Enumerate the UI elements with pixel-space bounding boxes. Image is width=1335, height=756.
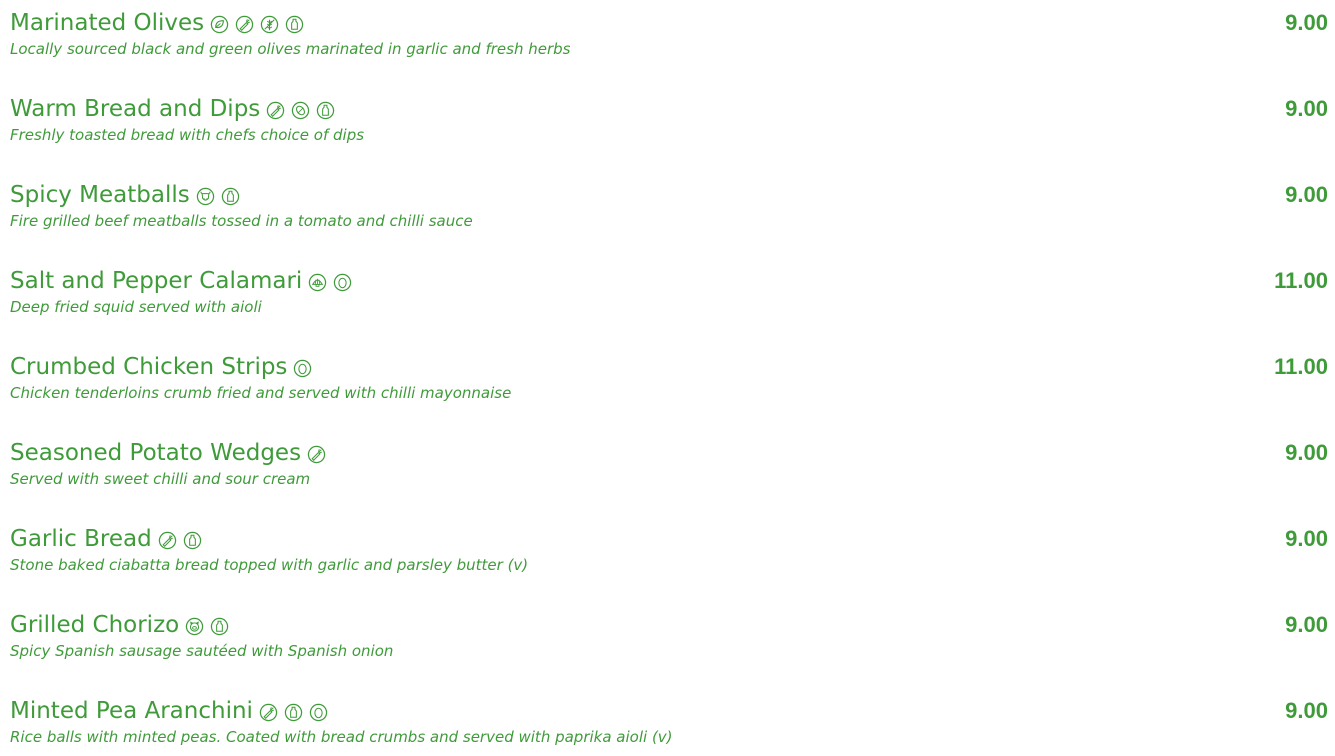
diet-icons — [158, 524, 202, 554]
item-name-row: Minted Pea Aranchini — [10, 696, 328, 726]
carrot-icon — [259, 703, 278, 722]
carrot-icon — [266, 101, 285, 120]
item-description: Locally sourced black and green olives m… — [10, 40, 571, 58]
item-name-row: Crumbed Chicken Strips — [10, 352, 312, 382]
item-description: Served with sweet chilli and sour cream — [10, 470, 311, 488]
menu-item: Grilled Chorizo Spicy Spanish sausage sa… — [10, 610, 1328, 674]
milk-bottle-icon — [316, 101, 335, 120]
menu-item: Minted Pea Aranchini Rice balls with min… — [10, 696, 1328, 756]
egg-icon — [333, 273, 352, 292]
item-description: Spicy Spanish sausage sautéed with Spani… — [10, 642, 394, 660]
beef-icon — [196, 187, 215, 206]
item-price: 9.00 — [1285, 440, 1328, 465]
diet-icons — [259, 696, 328, 726]
diet-icons — [266, 94, 335, 124]
item-description: Chicken tenderloins crumb fried and serv… — [10, 384, 512, 402]
leaf-icon — [210, 15, 229, 34]
shellfish-icon — [308, 273, 327, 292]
milk-bottle-icon — [284, 703, 303, 722]
item-name: Spicy Meatballs — [10, 182, 190, 208]
menu-item: Salt and Pepper Calamari Deep fried squi… — [10, 266, 1328, 330]
menu-item: Spicy Meatballs Fire grilled beef meatba… — [10, 180, 1328, 244]
menu-item: Garlic Bread Stone baked ciabatta bread … — [10, 524, 1328, 588]
menu-item: Marinated Olives Locally sourced black a… — [10, 8, 1328, 72]
item-price: 11.00 — [1274, 268, 1328, 293]
item-name: Garlic Bread — [10, 526, 152, 552]
item-name: Crumbed Chicken Strips — [10, 354, 288, 380]
item-name: Seasoned Potato Wedges — [10, 440, 302, 466]
item-description: Deep fried squid served with aioli — [10, 298, 262, 316]
item-name-row: Marinated Olives — [10, 8, 304, 38]
carrot-icon — [235, 15, 254, 34]
item-name: Salt and Pepper Calamari — [10, 268, 303, 294]
item-description: Fire grilled beef meatballs tossed in a … — [10, 212, 473, 230]
item-price: 9.00 — [1285, 182, 1328, 207]
item-price: 9.00 — [1285, 10, 1328, 35]
menu-item: Seasoned Potato Wedges Served with sweet… — [10, 438, 1328, 502]
nut-icon — [291, 101, 310, 120]
menu-list: Marinated Olives Locally sourced black a… — [10, 8, 1328, 752]
diet-icons — [308, 266, 352, 296]
item-description: Rice balls with minted peas. Coated with… — [10, 728, 673, 746]
milk-bottle-icon — [183, 531, 202, 550]
menu-item: Crumbed Chicken Strips Chicken tenderloi… — [10, 352, 1328, 416]
milk-bottle-icon — [221, 187, 240, 206]
item-price: 9.00 — [1285, 526, 1328, 551]
item-price: 11.00 — [1274, 354, 1328, 379]
wheat-icon — [260, 15, 279, 34]
item-name-row: Seasoned Potato Wedges — [10, 438, 326, 468]
pork-icon — [185, 617, 204, 636]
item-name-row: Garlic Bread — [10, 524, 202, 554]
item-name-row: Spicy Meatballs — [10, 180, 240, 210]
diet-icons — [185, 610, 229, 640]
carrot-icon — [307, 445, 326, 464]
diet-icons — [293, 352, 312, 382]
diet-icons — [210, 8, 304, 38]
item-price: 9.00 — [1285, 612, 1328, 637]
item-name: Warm Bread and Dips — [10, 96, 261, 122]
carrot-icon — [158, 531, 177, 550]
item-price: 9.00 — [1285, 96, 1328, 121]
item-name-row: Salt and Pepper Calamari — [10, 266, 352, 296]
item-name: Minted Pea Aranchini — [10, 698, 253, 724]
diet-icons — [196, 180, 240, 210]
egg-icon — [309, 703, 328, 722]
egg-icon — [293, 359, 312, 378]
milk-bottle-icon — [285, 15, 304, 34]
item-description: Freshly toasted bread with chefs choice … — [10, 126, 365, 144]
item-name: Grilled Chorizo — [10, 612, 180, 638]
item-name: Marinated Olives — [10, 10, 205, 36]
item-name-row: Grilled Chorizo — [10, 610, 229, 640]
menu-item: Warm Bread and Dips Freshly toasted brea… — [10, 94, 1328, 158]
item-description: Stone baked ciabatta bread topped with g… — [10, 556, 529, 574]
milk-bottle-icon — [210, 617, 229, 636]
diet-icons — [307, 438, 326, 468]
item-price: 9.00 — [1285, 698, 1328, 723]
item-name-row: Warm Bread and Dips — [10, 94, 335, 124]
